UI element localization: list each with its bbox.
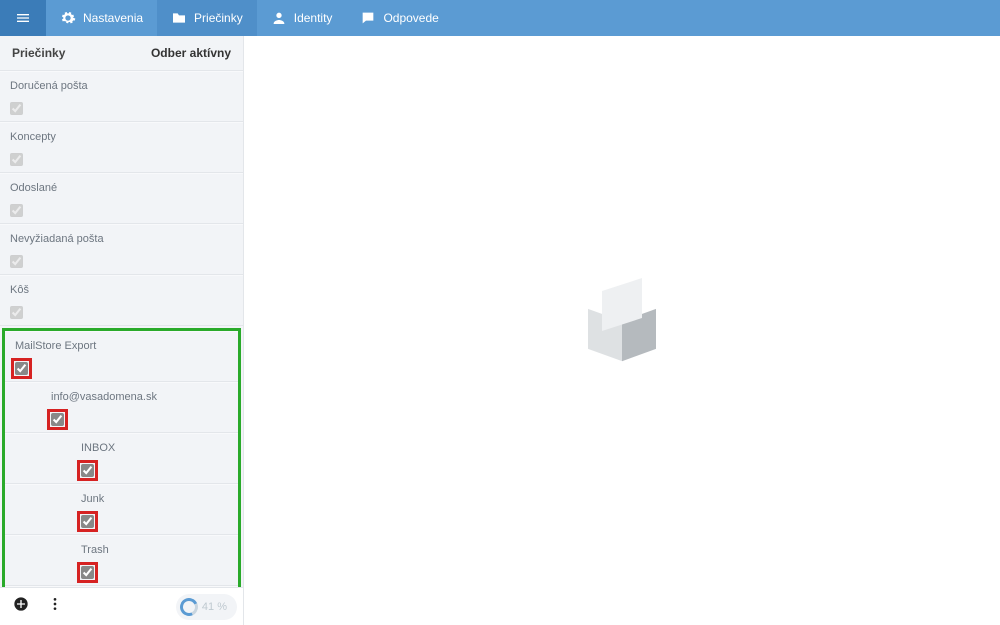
- folder-mailstore-inbox[interactable]: INBOX: [5, 433, 238, 484]
- folder-sent[interactable]: Odoslané: [0, 173, 243, 224]
- tab-label: Identity: [294, 11, 333, 25]
- sidebar-header: Priečinky Odber aktívny: [0, 36, 243, 71]
- folder-label: Kôš: [0, 275, 243, 302]
- folder-trash[interactable]: Kôš: [0, 275, 243, 326]
- folder-mailstore-junk[interactable]: Junk: [5, 484, 238, 535]
- sidebar-subtitle: Odber aktívny: [151, 46, 231, 60]
- folder-junk[interactable]: Nevyžiadaná pošta: [0, 224, 243, 275]
- sidebar-title: Priečinky: [12, 46, 65, 60]
- folder-label: Koncepty: [0, 122, 243, 149]
- tab-label: Odpovede: [383, 11, 438, 25]
- gear-icon: [60, 10, 76, 26]
- subscribe-checkbox[interactable]: [15, 362, 28, 375]
- tab-responses[interactable]: Odpovede: [346, 0, 452, 36]
- subscribe-checkbox: [10, 255, 23, 268]
- tab-identities[interactable]: Identity: [257, 0, 347, 36]
- folder-inbox[interactable]: Doručená pošta: [0, 71, 243, 122]
- chat-icon: [360, 10, 376, 26]
- person-icon: [271, 10, 287, 26]
- app-logo: [582, 291, 662, 371]
- folder-label: Trash: [5, 535, 238, 562]
- hamburger-icon: [15, 10, 31, 26]
- folder-label: Nevyžiadaná pošta: [0, 224, 243, 251]
- subscribe-checkbox[interactable]: [81, 566, 94, 579]
- folder-label: Doručená pošta: [0, 71, 243, 98]
- tab-folders[interactable]: Priečinky: [157, 0, 257, 36]
- kebab-icon: [47, 596, 63, 617]
- quota-ring-icon: [177, 595, 200, 618]
- highlight-annotation: MailStore Export info@vasadomena.sk INBO…: [2, 328, 241, 587]
- folder-mailstore-export[interactable]: MailStore Export: [5, 331, 238, 382]
- folder-label: MailStore Export: [5, 331, 238, 358]
- subscribe-checkbox: [10, 204, 23, 217]
- sidebar: Priečinky Odber aktívny Doručená pošta K…: [0, 36, 244, 625]
- subscribe-checkbox[interactable]: [81, 515, 94, 528]
- tab-settings[interactable]: Nastavenia: [46, 0, 157, 36]
- folder-mailstore-account[interactable]: info@vasadomena.sk: [5, 382, 238, 433]
- topbar: Nastavenia Priečinky Identity Odpovede: [0, 0, 1000, 36]
- folder-actions-button[interactable]: [40, 593, 70, 621]
- folder-drafts[interactable]: Koncepty: [0, 122, 243, 173]
- tab-label: Nastavenia: [83, 11, 143, 25]
- subscribe-checkbox: [10, 102, 23, 115]
- folder-label: Odoslané: [0, 173, 243, 200]
- folder-icon: [171, 10, 187, 26]
- subscribe-checkbox: [10, 306, 23, 319]
- subscribe-checkbox: [10, 153, 23, 166]
- menu-toggle-button[interactable]: [0, 0, 46, 36]
- content-area: [244, 36, 1000, 625]
- folder-label: info@vasadomena.sk: [5, 382, 238, 409]
- add-folder-button[interactable]: [6, 593, 36, 621]
- main: Priečinky Odber aktívny Doručená pošta K…: [0, 36, 1000, 625]
- subscribe-checkbox[interactable]: [51, 413, 64, 426]
- folder-label: Junk: [5, 484, 238, 511]
- quota-indicator[interactable]: 41 %: [176, 594, 237, 620]
- tab-label: Priečinky: [194, 11, 243, 25]
- folder-label: INBOX: [5, 433, 238, 460]
- quota-value: 41 %: [202, 601, 227, 613]
- folder-mailstore-trash[interactable]: Trash: [5, 535, 238, 586]
- folder-list: Doručená pošta Koncepty Odoslané Nevyžia…: [0, 71, 243, 587]
- subscribe-checkbox[interactable]: [81, 464, 94, 477]
- sidebar-toolbar: 41 %: [0, 587, 243, 625]
- plus-circle-icon: [13, 596, 29, 617]
